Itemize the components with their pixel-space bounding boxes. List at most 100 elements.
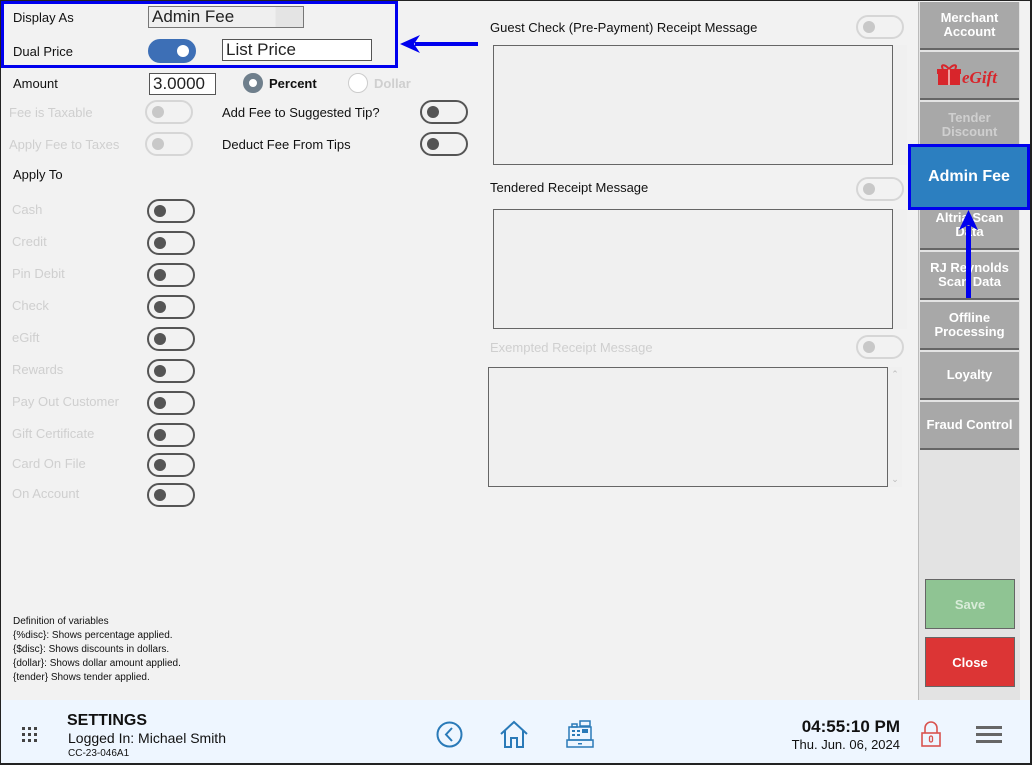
- apply-to-label: Check: [12, 298, 49, 313]
- exempted-message-toggle[interactable]: [856, 335, 904, 359]
- deduct-fee-from-tips-label: Deduct Fee From Tips: [222, 137, 351, 152]
- settings-sidenav: Merchant Account eGift Tender Discount A…: [918, 2, 1020, 700]
- nav-offline-processing[interactable]: Offline Processing: [920, 302, 1019, 350]
- home-icon[interactable]: [499, 720, 529, 748]
- definition-line: {dollar}: Shows dollar amount applied.: [13, 658, 181, 669]
- amount-label: Amount: [13, 76, 58, 91]
- toggle-knob: [152, 106, 164, 118]
- toggle-knob: [154, 365, 166, 377]
- dual-price-label: Dual Price: [13, 44, 73, 59]
- apply-to-label: Card On File: [12, 456, 86, 471]
- apply-to-toggle[interactable]: [147, 391, 195, 415]
- cash-register-icon[interactable]: [566, 720, 594, 748]
- nav-merchant-account[interactable]: Merchant Account: [920, 2, 1019, 50]
- dollar-label: Dollar: [374, 76, 411, 91]
- nav-egift[interactable]: eGift: [920, 52, 1019, 100]
- toggle-knob: [427, 138, 439, 150]
- lock-icon[interactable]: [920, 721, 942, 748]
- toggle-knob: [154, 397, 166, 409]
- toggle-knob: [863, 21, 875, 33]
- apply-to-label: Pin Debit: [12, 266, 65, 281]
- dual-price-input[interactable]: List Price: [222, 39, 372, 61]
- guest-check-message-toggle[interactable]: [856, 15, 904, 39]
- apply-fee-to-taxes-label: Apply Fee to Taxes: [9, 137, 120, 152]
- add-fee-to-tip-label: Add Fee to Suggested Tip?: [222, 105, 380, 120]
- exempted-scrollbar[interactable]: ⌃ ⌄: [888, 367, 902, 487]
- definition-line: {$disc}: Shows discounts in dollars.: [13, 644, 170, 655]
- toggle-knob: [154, 333, 166, 345]
- definition-line: {%disc}: Shows percentage applied.: [13, 630, 173, 641]
- nav-admin-fee[interactable]: Admin Fee: [908, 144, 1030, 210]
- nav-loyalty[interactable]: Loyalty: [920, 352, 1019, 400]
- add-fee-to-tip-toggle[interactable]: [420, 100, 468, 124]
- nav-fraud-control[interactable]: Fraud Control: [920, 402, 1019, 450]
- page-title: SETTINGS: [67, 712, 148, 729]
- percent-label: Percent: [269, 76, 317, 91]
- variable-definitions: Definition of variables {%disc}: Shows p…: [13, 615, 181, 685]
- tendered-message-label: Tendered Receipt Message: [490, 180, 649, 195]
- nav-tender-discount[interactable]: Tender Discount: [920, 102, 1019, 150]
- annotation-arrow-left: [415, 42, 478, 46]
- apply-to-toggle[interactable]: [147, 199, 195, 223]
- apply-to-toggle[interactable]: [147, 359, 195, 383]
- tendered-scrollbar[interactable]: [893, 209, 907, 329]
- toggle-knob: [863, 183, 875, 195]
- clock-date: Thu. Jun. 06, 2024: [791, 737, 900, 752]
- apply-to-label: On Account: [12, 486, 80, 501]
- egift-logo-icon: eGift: [936, 64, 998, 87]
- apply-to-label: Gift Certificate: [12, 426, 95, 441]
- save-button[interactable]: Save: [925, 579, 1015, 629]
- svg-text:eGift: eGift: [962, 68, 998, 87]
- dollar-radio[interactable]: [348, 73, 368, 93]
- toggle-knob: [863, 341, 875, 353]
- tendered-message-textarea[interactable]: [493, 209, 893, 329]
- apply-to-label: Cash: [12, 202, 43, 217]
- definitions-title: Definition of variables: [13, 616, 109, 627]
- apply-to-heading: Apply To: [13, 167, 63, 182]
- apply-to-toggle[interactable]: [147, 423, 195, 447]
- exempted-message-textarea[interactable]: [488, 367, 888, 487]
- toggle-knob: [154, 237, 166, 249]
- toggle-knob: [154, 205, 166, 217]
- apply-to-label: eGift: [12, 330, 40, 345]
- toggle-knob: [154, 269, 166, 281]
- annotation-arrowhead-up: [959, 210, 978, 230]
- display-as-input[interactable]: Admin Fee: [148, 6, 304, 28]
- definition-line: {tender} Shows tender applied.: [13, 672, 150, 683]
- toggle-knob: [427, 106, 439, 118]
- apply-to-toggle[interactable]: [147, 453, 195, 477]
- toggle-knob: [177, 45, 189, 57]
- apply-fee-to-taxes-toggle[interactable]: [145, 132, 193, 156]
- guest-check-scrollbar[interactable]: [893, 45, 907, 165]
- dual-price-toggle[interactable]: [148, 39, 196, 63]
- exempted-message-label: Exempted Receipt Message: [490, 340, 653, 355]
- apps-grid-icon[interactable]: [21, 726, 39, 744]
- apply-to-toggle[interactable]: [147, 263, 195, 287]
- fee-is-taxable-toggle[interactable]: [145, 100, 193, 124]
- apply-to-label: Credit: [12, 234, 47, 249]
- display-as-label: Display As: [13, 10, 74, 25]
- toggle-knob: [152, 138, 164, 150]
- scroll-up-icon[interactable]: ⌃: [888, 369, 902, 380]
- apply-to-toggle[interactable]: [147, 483, 195, 507]
- menu-icon[interactable]: [976, 725, 1002, 745]
- toggle-knob: [154, 459, 166, 471]
- apply-to-toggle[interactable]: [147, 295, 195, 319]
- apply-to-label: Rewards: [12, 362, 64, 377]
- scroll-down-icon[interactable]: ⌄: [888, 474, 902, 485]
- toggle-knob: [154, 489, 166, 501]
- guest-check-message-label: Guest Check (Pre-Payment) Receipt Messag…: [490, 20, 758, 35]
- apply-to-toggle[interactable]: [147, 231, 195, 255]
- deduct-fee-from-tips-toggle[interactable]: [420, 132, 468, 156]
- annotation-arrowhead-left: [400, 35, 420, 53]
- footer-bar: SETTINGS Logged In: Michael Smith CC-23-…: [0, 700, 1032, 765]
- close-button[interactable]: Close: [925, 637, 1015, 687]
- apply-to-toggle[interactable]: [147, 327, 195, 351]
- fee-is-taxable-label: Fee is Taxable: [9, 105, 93, 120]
- back-icon[interactable]: [436, 721, 463, 748]
- percent-radio[interactable]: [243, 73, 263, 93]
- logged-in-user: Logged In: Michael Smith: [68, 730, 226, 746]
- amount-input[interactable]: 3.0000: [149, 73, 216, 95]
- tendered-message-toggle[interactable]: [856, 177, 904, 201]
- guest-check-message-textarea[interactable]: [493, 45, 893, 165]
